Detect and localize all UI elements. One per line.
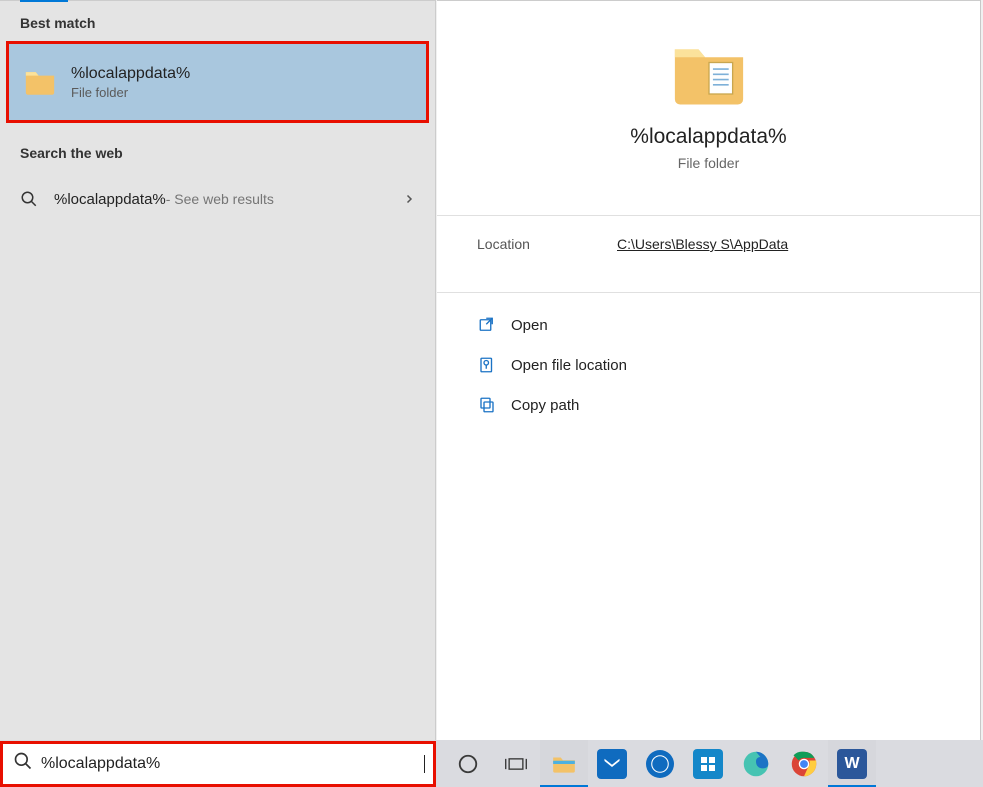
web-result-suffix: - See web results [166, 191, 274, 207]
web-result-title: %localappdata% [54, 191, 166, 208]
copy-path-action[interactable]: Copy path [477, 385, 940, 425]
active-tab-indicator [20, 0, 68, 2]
chrome-button[interactable] [780, 740, 828, 787]
best-match-title: %localappdata% [71, 65, 190, 83]
copy-icon [477, 395, 497, 415]
taskbar: W [0, 740, 983, 787]
dell-app-button[interactable] [636, 740, 684, 787]
search-icon [20, 190, 38, 208]
location-label: Location [477, 236, 617, 252]
action-label: Copy path [511, 397, 579, 414]
word-button[interactable]: W [828, 740, 876, 787]
cortana-button[interactable] [444, 740, 492, 787]
best-match-header: Best match [0, 1, 435, 41]
open-action[interactable]: Open [477, 305, 940, 345]
actions-list: Open Open file location Copy path [437, 293, 980, 437]
best-match-text: %localappdata% File folder [71, 65, 190, 100]
file-explorer-button[interactable] [540, 740, 588, 787]
chevron-right-icon [403, 189, 415, 210]
folder-icon [667, 31, 751, 115]
search-icon [13, 751, 33, 776]
preview-panel: %localappdata% File folder Location C:\U… [437, 0, 980, 740]
web-result-row[interactable]: %localappdata% - See web results [0, 177, 435, 221]
edge-button[interactable] [732, 740, 780, 787]
best-match-result[interactable]: %localappdata% File folder [6, 41, 429, 123]
microsoft-store-button[interactable] [684, 740, 732, 787]
open-icon [477, 315, 497, 335]
folder-icon [23, 65, 57, 99]
preview-subtitle: File folder [437, 155, 980, 171]
location-value[interactable]: C:\Users\Blessy S\AppData [617, 236, 788, 252]
best-match-subtitle: File folder [71, 85, 190, 100]
search-web-header: Search the web [0, 123, 435, 171]
task-view-button[interactable] [492, 740, 540, 787]
action-label: Open file location [511, 357, 627, 374]
search-results-panel: Best match %localappdata% File folder Se… [0, 0, 436, 740]
mail-button[interactable] [588, 740, 636, 787]
location-icon [477, 355, 497, 375]
text-caret [424, 755, 425, 773]
action-label: Open [511, 317, 548, 334]
location-row: Location C:\Users\Blessy S\AppData [437, 216, 980, 272]
preview-title: %localappdata% [437, 125, 980, 149]
search-input[interactable] [41, 755, 423, 773]
taskbar-apps: W [436, 740, 876, 787]
open-file-location-action[interactable]: Open file location [477, 345, 940, 385]
taskbar-search-box[interactable] [0, 741, 436, 787]
